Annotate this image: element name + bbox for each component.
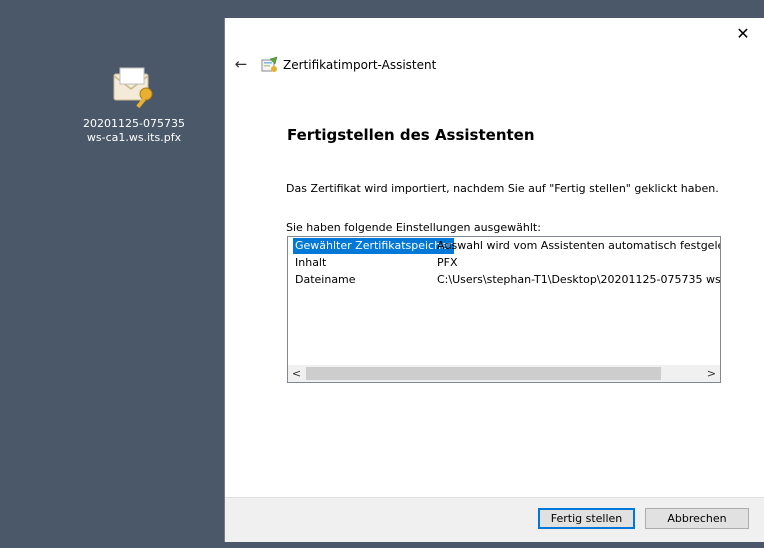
info-text: Das Zertifikat wird importiert, nachdem … <box>286 182 719 195</box>
chevron-right-icon: > <box>706 367 717 380</box>
page-heading: Fertigstellen des Assistenten <box>287 126 535 144</box>
close-button[interactable]: ✕ <box>721 18 764 48</box>
settings-row-value: PFX <box>437 256 458 269</box>
settings-list-caption: Sie haben folgende Einstellungen ausgewä… <box>286 221 541 234</box>
settings-row-value: Auswahl wird vom Assistenten automatisch… <box>437 239 721 252</box>
chevron-left-icon: < <box>291 367 302 380</box>
back-arrow-icon: ← <box>234 55 248 73</box>
finish-button[interactable]: Fertig stellen <box>538 508 635 529</box>
back-button[interactable]: ← <box>231 54 251 74</box>
scroll-right-button[interactable]: > <box>703 365 720 382</box>
desktop-file-icon[interactable]: 20201125-075735 ws-ca1.ws.its.pfx <box>82 62 186 145</box>
settings-row-value: C:\Users\stephan-T1\Desktop\20201125-075… <box>437 273 721 286</box>
certificate-file-icon <box>113 67 153 109</box>
certificate-wizard-icon <box>261 56 278 72</box>
close-icon: ✕ <box>736 23 750 43</box>
settings-list[interactable]: Gewählter Zertifikatspeicher Auswahl wir… <box>287 236 721 383</box>
settings-row-key: Gewählter Zertifikatspeicher <box>293 238 455 254</box>
button-bar: Fertig stellen Abbrechen <box>225 497 764 542</box>
settings-row-key: Inhalt <box>295 256 327 269</box>
scrollbar-thumb[interactable] <box>306 367 661 380</box>
cancel-button[interactable]: Abbrechen <box>645 508 749 529</box>
wizard-title: Zertifikatimport-Assistent <box>283 58 437 72</box>
scroll-left-button[interactable]: < <box>288 365 305 382</box>
certificate-import-wizard-dialog: ✕ ← Zertifikatimport-Assistent Fertigste… <box>224 18 764 542</box>
desktop-file-name-line1: 20201125-075735 <box>83 117 185 130</box>
horizontal-scrollbar[interactable]: < > <box>288 365 720 382</box>
settings-row-key: Dateiname <box>295 273 356 286</box>
desktop-file-name-line2: ws-ca1.ws.its.pfx <box>86 131 182 144</box>
